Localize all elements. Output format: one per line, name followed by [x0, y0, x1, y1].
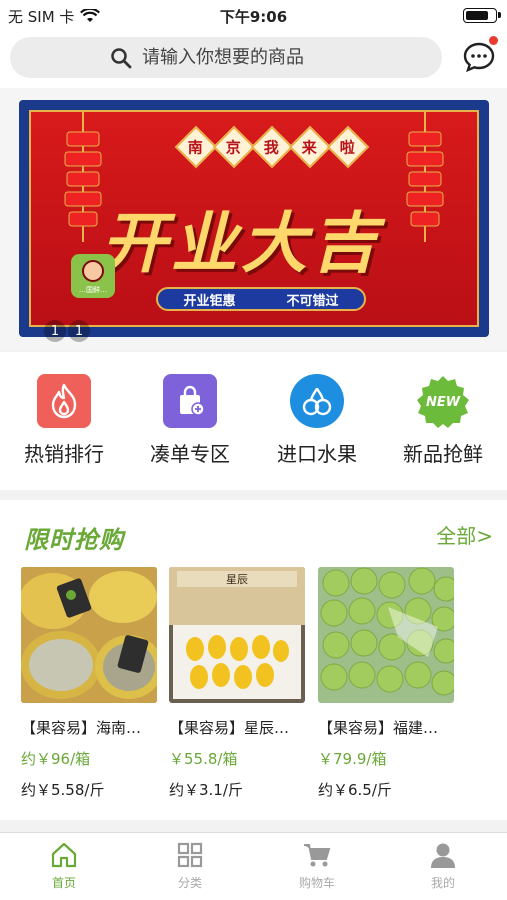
product-unit-price: 约￥5.58/斤	[21, 781, 105, 799]
banner-title: 开业大吉	[101, 204, 381, 282]
bottom-tab-bar: 首页 分类 购物车 我的	[0, 832, 507, 900]
product-card[interactable]: 星辰 【果容易】星辰… ￥55.8/箱 约￥3.1/斤	[169, 567, 305, 800]
banner-subtitle-char: 来	[302, 138, 318, 157]
grid-icon	[177, 842, 203, 868]
pager-total: 1	[68, 320, 90, 342]
product-card[interactable]: 【果容易】福建… ￥79.9/箱 约￥6.5/斤	[318, 567, 454, 800]
pager-current: 1	[44, 320, 66, 342]
quick-nav-label: 热销排行	[24, 442, 104, 466]
tab-home[interactable]: 首页	[24, 841, 104, 891]
search-input[interactable]	[142, 47, 342, 68]
tab-cart[interactable]: 购物车	[277, 841, 357, 891]
search-bar[interactable]	[10, 37, 442, 78]
flame-icon	[37, 374, 91, 428]
box-label-text: 星辰	[226, 573, 248, 586]
new-badge-text: NEW	[426, 395, 461, 410]
product-unit-price: 约￥3.1/斤	[169, 781, 243, 799]
product-image: 星辰	[169, 567, 305, 703]
tab-category[interactable]: 分类	[150, 841, 230, 891]
product-unit-price: 约￥6.5/斤	[318, 781, 392, 799]
chat-bubble-icon	[463, 42, 495, 73]
banner-tag-left: 开业钜惠	[183, 293, 236, 309]
store-logo: …国鲜…	[71, 254, 115, 298]
banner-subtitle: 南 京 我 来 啦	[174, 125, 370, 169]
quick-nav-label: 凑单专区	[150, 442, 230, 466]
mascot-face-icon	[82, 260, 104, 282]
banner-subtitle-char: 京	[226, 138, 242, 157]
product-card[interactable]: 【果容易】海南… 约￥96/箱 约￥5.58/斤	[21, 567, 157, 800]
quick-nav-hot-ranking[interactable]: 热销排行	[9, 374, 119, 467]
product-image	[318, 567, 454, 703]
banner-subtitle-char: 我	[264, 138, 280, 157]
unread-dot	[489, 36, 498, 45]
cart-icon	[304, 844, 331, 867]
product-price: ￥79.9/箱	[318, 750, 387, 768]
product-name: 【果容易】海南…	[21, 719, 142, 737]
banner-carousel[interactable]: 南 京 我 来 啦 开业大吉 开业钜惠 不可错过 …国鲜… 1 1	[0, 88, 507, 350]
tab-label: 我的	[430, 876, 455, 890]
tab-profile[interactable]: 我的	[403, 841, 483, 891]
quick-nav-label: 新品抢鲜	[403, 442, 483, 466]
search-row	[0, 30, 507, 88]
product-price: ￥55.8/箱	[169, 750, 238, 768]
search-icon	[111, 47, 132, 68]
firecracker-right-icon	[406, 112, 444, 242]
flash-sale-section: 限时抢购 全部> 【果容易】海南… 约￥96/箱 约￥5.58/斤 星辰 【果容…	[0, 500, 507, 820]
battery-level-fill	[466, 11, 489, 20]
banner-tag-right: 不可错过	[286, 293, 339, 309]
tab-label: 首页	[51, 876, 76, 890]
product-image	[21, 567, 157, 703]
quick-nav-bundle-zone[interactable]: 凑单专区	[135, 374, 245, 467]
battery-icon	[463, 8, 501, 23]
status-bar: 无 SIM 卡 下午9:06	[0, 0, 507, 30]
quick-nav-imported-fruit[interactable]: 进口水果	[262, 374, 372, 467]
shopping-bag-icon	[163, 374, 217, 428]
person-icon	[431, 843, 455, 868]
product-name: 【果容易】福建…	[318, 719, 439, 737]
banner-subtitle-char: 啦	[340, 138, 356, 157]
flash-sale-title: 限时抢购	[24, 525, 124, 554]
messages-button[interactable]	[462, 36, 498, 74]
quick-nav: 热销排行 凑单专区 进口水果 NEW 新品抢鲜	[0, 352, 507, 490]
quick-nav-label: 进口水果	[277, 442, 357, 466]
promo-banner[interactable]: 南 京 我 来 啦 开业大吉 开业钜惠 不可错过 …国鲜…	[19, 100, 489, 337]
banner-tagline: 开业钜惠 不可错过	[156, 287, 366, 311]
tab-label: 购物车	[298, 876, 335, 890]
new-badge-icon: NEW	[417, 376, 469, 428]
banner-subtitle-char: 南	[188, 138, 204, 157]
view-all-link[interactable]: 全部>	[436, 520, 493, 549]
store-logo-text: …国鲜…	[79, 286, 107, 294]
home-icon	[51, 842, 77, 868]
quick-nav-new-arrivals[interactable]: NEW 新品抢鲜	[388, 374, 498, 467]
product-price: 约￥96/箱	[21, 750, 91, 768]
firecracker-left-icon	[64, 112, 102, 242]
status-time: 下午9:06	[219, 8, 288, 26]
product-name: 【果容易】星辰…	[169, 719, 290, 737]
cherry-icon	[290, 374, 344, 428]
carousel-pager: 1 1	[44, 320, 90, 342]
tab-label: 分类	[177, 876, 202, 890]
